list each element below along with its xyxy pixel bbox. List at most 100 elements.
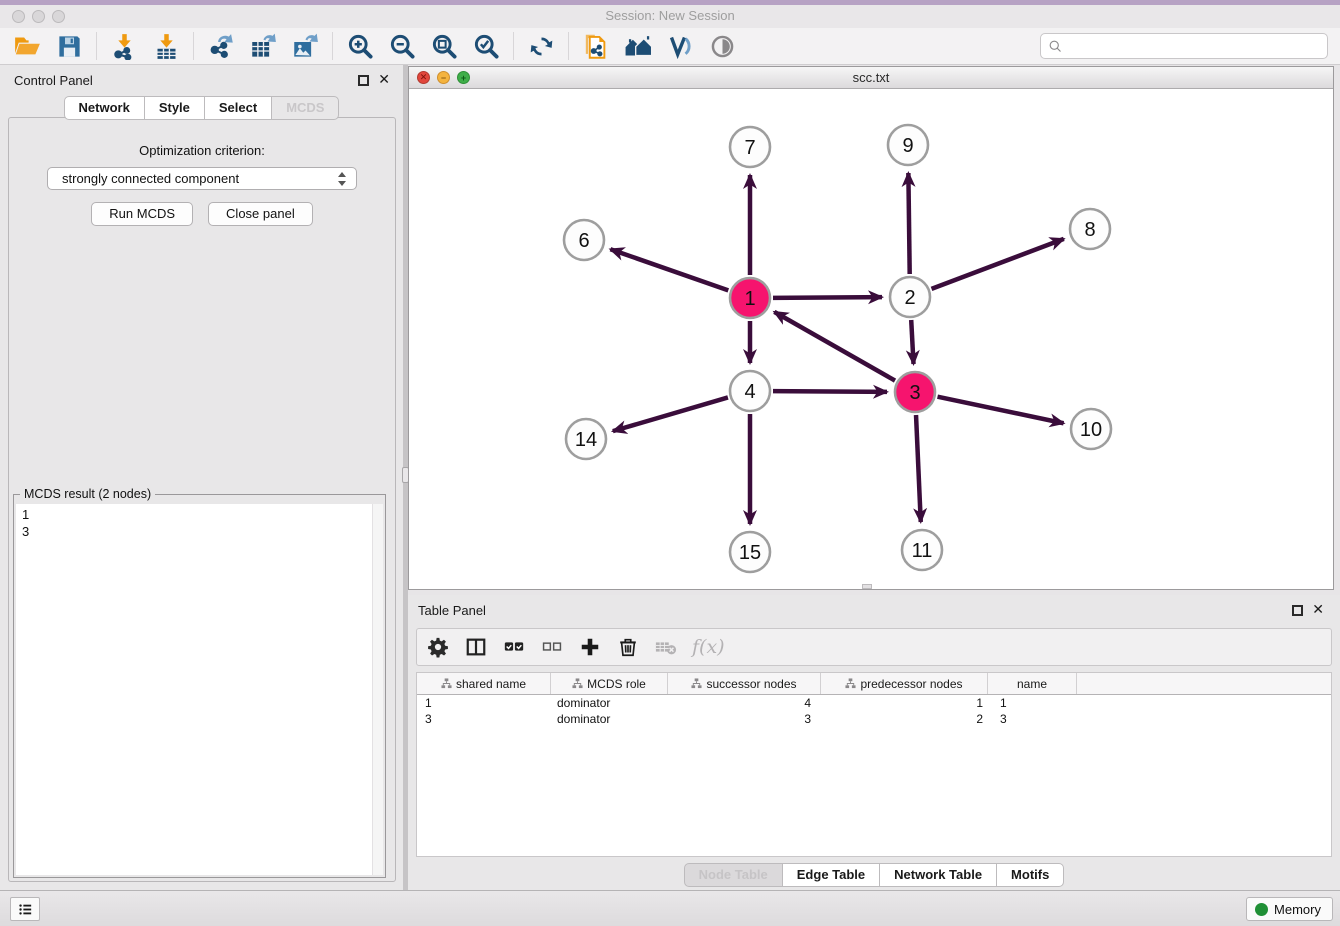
vizmap-icon[interactable]: [663, 29, 697, 63]
graph-edge-3-10[interactable]: [938, 397, 1064, 424]
table-cell[interactable]: 1: [417, 695, 551, 711]
close-panel-button[interactable]: Close panel: [208, 202, 313, 226]
memory-button[interactable]: Memory: [1246, 897, 1333, 921]
open-session-icon[interactable]: [10, 29, 44, 63]
zoom-selected-icon[interactable]: [469, 29, 503, 63]
table-toolbar: f(x): [416, 628, 1332, 666]
unselect-all-icon[interactable]: [540, 636, 563, 659]
columns-icon[interactable]: [464, 636, 487, 659]
list-icon: [17, 901, 34, 918]
graph-edge-4-14[interactable]: [613, 397, 728, 431]
gear-icon[interactable]: [426, 636, 449, 659]
table-cell[interactable]: 1: [821, 695, 988, 711]
tab-mcds[interactable]: MCDS: [271, 96, 339, 120]
task-history-button[interactable]: [10, 897, 40, 921]
node-table-body: 1dominator4113dominator323: [417, 695, 1331, 727]
select-all-icon[interactable]: [502, 636, 525, 659]
table-panel-float-icon[interactable]: [1292, 605, 1303, 616]
tab-network[interactable]: Network: [64, 96, 145, 120]
search-box[interactable]: [1040, 33, 1328, 59]
table-cell[interactable]: 2: [821, 711, 988, 727]
table-row[interactable]: 3dominator323: [417, 711, 1331, 727]
run-mcds-button[interactable]: Run MCDS: [91, 202, 193, 226]
control-panel-tabs: NetworkStyleSelectMCDS: [0, 96, 403, 120]
graph-edge-2-3[interactable]: [911, 320, 913, 364]
table-cell[interactable]: 3: [988, 711, 1077, 727]
control-panel-float-icon[interactable]: [358, 75, 369, 86]
graph-node-label-1: 1: [744, 288, 755, 310]
graph-edge-1-2[interactable]: [773, 297, 882, 298]
mcds-panel: Optimization criterion: strongly connect…: [8, 117, 396, 882]
control-panel-close-icon[interactable]: ✕: [378, 71, 390, 88]
graph-edge-3-11[interactable]: [916, 415, 921, 522]
table-cell[interactable]: 1: [988, 695, 1077, 711]
tab-node-table[interactable]: Node Table: [684, 863, 783, 887]
mcds-result-title: MCDS result (2 nodes): [20, 487, 155, 501]
table-tabs: Node TableEdge TableNetwork TableMotifs: [408, 863, 1340, 887]
table-cell[interactable]: dominator: [551, 695, 668, 711]
home-icon[interactable]: [621, 29, 655, 63]
graph-node-label-11: 11: [912, 540, 933, 562]
zoom-out-icon[interactable]: [385, 29, 419, 63]
tab-motifs[interactable]: Motifs: [996, 863, 1064, 887]
zoom-fit-icon[interactable]: [427, 29, 461, 63]
column-header-shared-name[interactable]: shared name: [417, 673, 551, 694]
toolbar-separator: [568, 32, 569, 60]
zoom-in-icon[interactable]: [343, 29, 377, 63]
tab-style[interactable]: Style: [144, 96, 205, 120]
column-header-predecessor-nodes[interactable]: predecessor nodes: [821, 673, 988, 694]
eye-icon[interactable]: [705, 29, 739, 63]
graph-edge-2-9[interactable]: [908, 173, 909, 274]
graph-edge-4-3[interactable]: [773, 391, 887, 392]
search-input[interactable]: [1063, 36, 1327, 56]
export-image-icon[interactable]: [288, 29, 322, 63]
tab-edge-table[interactable]: Edge Table: [782, 863, 880, 887]
graph-edge-3-1[interactable]: [774, 312, 895, 381]
criterion-select[interactable]: strongly connected component: [47, 167, 357, 190]
column-header-name[interactable]: name: [988, 673, 1077, 694]
graph-node-label-7: 7: [744, 137, 755, 159]
graph-edge-2-8[interactable]: [932, 239, 1064, 289]
graph-node-label-8: 8: [1084, 219, 1095, 241]
app-title: Session: New Session: [0, 8, 1340, 23]
export-network-icon[interactable]: [204, 29, 238, 63]
app-titlebar: Session: New Session: [0, 5, 1340, 28]
table-cell[interactable]: dominator: [551, 711, 668, 727]
mcds-result-textarea[interactable]: 1 3: [16, 504, 383, 875]
refresh-icon[interactable]: [524, 29, 558, 63]
graph-node-label-15: 15: [739, 542, 761, 564]
share-document-icon[interactable]: [579, 29, 613, 63]
table-panel-title: Table Panel: [418, 603, 486, 618]
pane-resize-grip[interactable]: [862, 584, 872, 589]
graph-node-label-14: 14: [575, 429, 597, 451]
table-cell[interactable]: 4: [668, 695, 821, 711]
optimization-criterion-label: Optimization criterion:: [9, 143, 395, 158]
function-builder-icon: f(x): [692, 636, 725, 659]
delete-entry-icon[interactable]: [616, 636, 639, 659]
network-window-titlebar[interactable]: ✕ − + scc.txt: [409, 67, 1333, 89]
memory-status-icon: [1255, 903, 1268, 916]
column-header-MCDS-role[interactable]: MCDS role: [551, 673, 668, 694]
table-cell[interactable]: 3: [668, 711, 821, 727]
tab-network-table[interactable]: Network Table: [879, 863, 997, 887]
graph-node-label-10: 10: [1080, 419, 1102, 441]
mcds-result-group: MCDS result (2 nodes) 1 3: [13, 494, 386, 878]
table-cell[interactable]: 3: [417, 711, 551, 727]
table-panel-close-icon[interactable]: ✕: [1312, 601, 1324, 618]
save-session-icon[interactable]: [52, 29, 86, 63]
status-bar: Memory: [0, 890, 1340, 926]
network-graph: 1234678910111415: [409, 90, 1333, 589]
toolbar-separator: [332, 32, 333, 60]
table-row[interactable]: 1dominator411: [417, 695, 1331, 711]
toolbar-separator: [193, 32, 194, 60]
network-canvas[interactable]: 1234678910111415: [409, 90, 1333, 589]
column-header-successor-nodes[interactable]: successor nodes: [668, 673, 821, 694]
import-network-icon[interactable]: [107, 29, 141, 63]
import-table-icon[interactable]: [149, 29, 183, 63]
result-scrollbar[interactable]: [372, 504, 383, 875]
tab-select[interactable]: Select: [204, 96, 272, 120]
delete-table-icon: [654, 636, 677, 659]
graph-edge-1-6[interactable]: [610, 249, 728, 290]
export-table-icon[interactable]: [246, 29, 280, 63]
add-entry-icon[interactable]: [578, 636, 601, 659]
